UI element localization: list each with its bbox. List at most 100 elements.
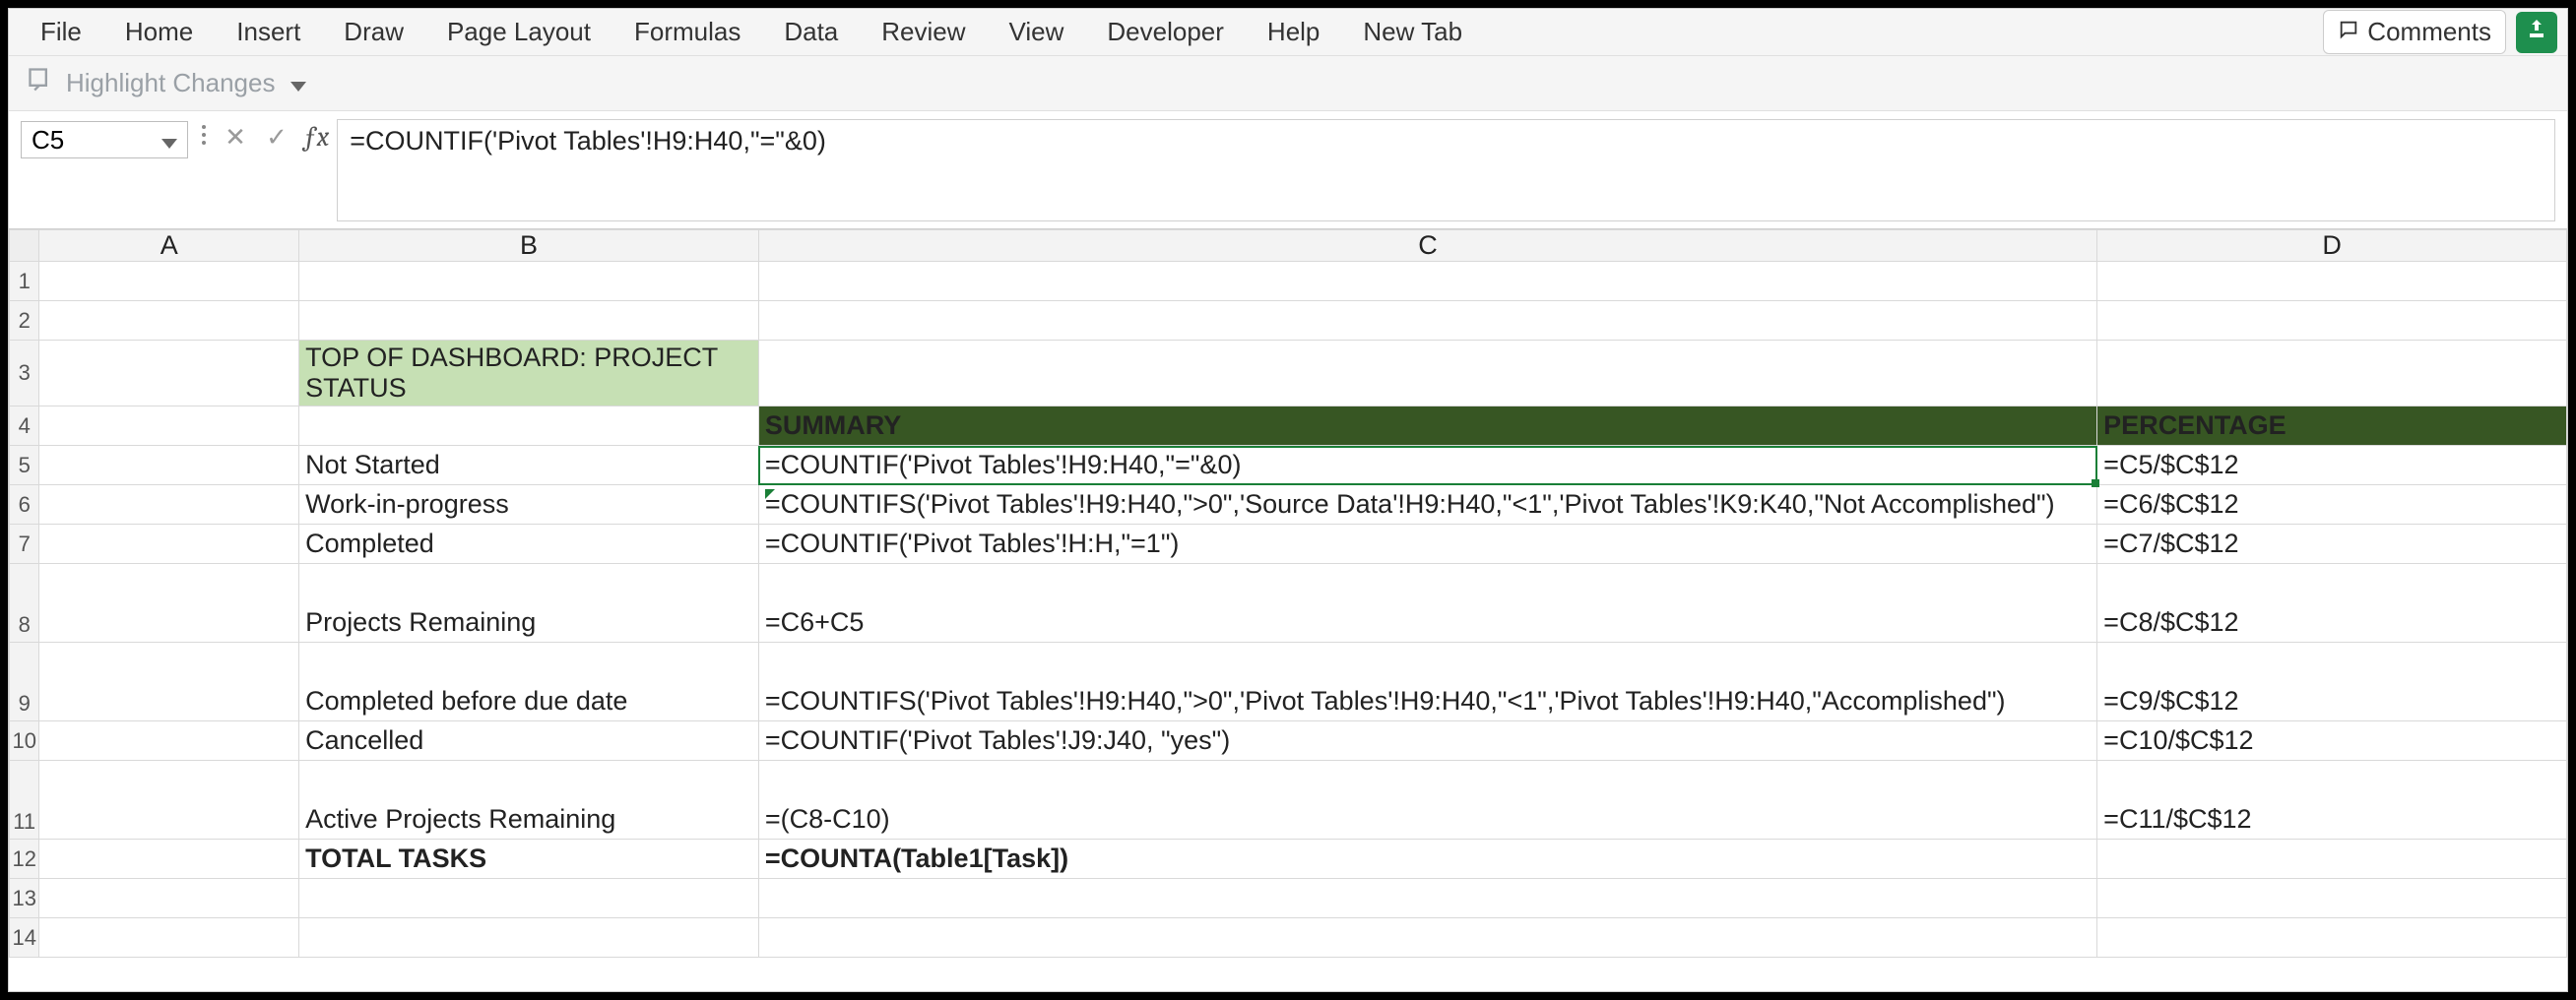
row-header[interactable]: 10	[10, 721, 39, 761]
cell-C3[interactable]	[758, 341, 2096, 406]
tab-page-layout[interactable]: Page Layout	[425, 11, 612, 53]
error-indicator-icon[interactable]	[765, 489, 775, 499]
name-box[interactable]: C5	[21, 121, 188, 158]
cell-B3[interactable]: TOP OF DASHBOARD: PROJECT STATUS	[299, 341, 759, 406]
cell-A9[interactable]	[39, 643, 299, 721]
row-header[interactable]: 2	[10, 301, 39, 341]
cancel-formula-button[interactable]: ✕	[222, 122, 249, 153]
tab-developer[interactable]: Developer	[1085, 11, 1246, 53]
tab-draw[interactable]: Draw	[322, 11, 425, 53]
cell-B5[interactable]: Not Started	[299, 446, 759, 485]
cell-C4[interactable]: SUMMARY	[758, 406, 2096, 446]
cell-B13[interactable]	[299, 879, 759, 918]
cell-B14[interactable]	[299, 918, 759, 958]
cell-B7[interactable]: Completed	[299, 525, 759, 564]
cell-D3[interactable]	[2097, 341, 2567, 406]
cell-B4[interactable]	[299, 406, 759, 446]
col-header-D[interactable]: D	[2097, 230, 2567, 262]
cell-A13[interactable]	[39, 879, 299, 918]
formula-input[interactable]: =COUNTIF('Pivot Tables'!H9:H40,"="&0)	[337, 119, 2555, 221]
cell-C14[interactable]	[758, 918, 2096, 958]
cell-C7[interactable]: =COUNTIF('Pivot Tables'!H:H,"=1")	[758, 525, 2096, 564]
row-header[interactable]: 11	[10, 761, 39, 840]
column-header-row: A B C D	[10, 230, 2567, 262]
row-header[interactable]: 13	[10, 879, 39, 918]
tab-home[interactable]: Home	[103, 11, 215, 53]
cell-B9[interactable]: Completed before due date	[299, 643, 759, 721]
row-header[interactable]: 8	[10, 564, 39, 643]
cell-B2[interactable]	[299, 301, 759, 341]
row-header[interactable]: 9	[10, 643, 39, 721]
fx-icon[interactable]: ƒx	[304, 121, 329, 153]
cell-B11[interactable]: Active Projects Remaining	[299, 761, 759, 840]
cell-B12[interactable]: TOTAL TASKS	[299, 840, 759, 879]
row-header[interactable]: 1	[10, 262, 39, 301]
cell-A6[interactable]	[39, 485, 299, 525]
row-header[interactable]: 3	[10, 341, 39, 406]
cell-D9[interactable]: =C9/$C$12	[2097, 643, 2567, 721]
tab-review[interactable]: Review	[860, 11, 987, 53]
row-header[interactable]: 7	[10, 525, 39, 564]
row-header[interactable]: 14	[10, 918, 39, 958]
cell-A2[interactable]	[39, 301, 299, 341]
cell-A7[interactable]	[39, 525, 299, 564]
col-header-B[interactable]: B	[299, 230, 759, 262]
cell-C2[interactable]	[758, 301, 2096, 341]
cell-C10[interactable]: =COUNTIF('Pivot Tables'!J9:J40, "yes")	[758, 721, 2096, 761]
cell-C13[interactable]	[758, 879, 2096, 918]
cell-A4[interactable]	[39, 406, 299, 446]
cell-A14[interactable]	[39, 918, 299, 958]
cell-D13[interactable]	[2097, 879, 2567, 918]
select-all-cell[interactable]	[10, 230, 39, 262]
tab-insert[interactable]: Insert	[215, 11, 322, 53]
share-button[interactable]	[2516, 12, 2557, 53]
cell-A8[interactable]	[39, 564, 299, 643]
cell-C1[interactable]	[758, 262, 2096, 301]
cell-A5[interactable]	[39, 446, 299, 485]
cell-C12[interactable]: =COUNTA(Table1[Task])	[758, 840, 2096, 879]
cell-A11[interactable]	[39, 761, 299, 840]
cell-C6[interactable]: =COUNTIFS('Pivot Tables'!H9:H40,">0",'So…	[758, 485, 2096, 525]
tab-data[interactable]: Data	[762, 11, 860, 53]
cell-D1[interactable]	[2097, 262, 2567, 301]
cell-D14[interactable]	[2097, 918, 2567, 958]
confirm-formula-button[interactable]: ✓	[263, 122, 290, 153]
cell-D10[interactable]: =C10/$C$12	[2097, 721, 2567, 761]
cell-D12[interactable]	[2097, 840, 2567, 879]
cell-A10[interactable]	[39, 721, 299, 761]
cell-B10[interactable]: Cancelled	[299, 721, 759, 761]
cell-A3[interactable]	[39, 341, 299, 406]
tab-formulas[interactable]: Formulas	[612, 11, 762, 53]
cell-C8[interactable]: =C6+C5	[758, 564, 2096, 643]
highlight-changes-label[interactable]: Highlight Changes	[66, 68, 275, 98]
cell-D2[interactable]	[2097, 301, 2567, 341]
cell-D4[interactable]: PERCENTAGE	[2097, 406, 2567, 446]
cell-D6[interactable]: =C6/$C$12	[2097, 485, 2567, 525]
cell-A1[interactable]	[39, 262, 299, 301]
row-header[interactable]: 5	[10, 446, 39, 485]
spreadsheet-grid[interactable]: A B C D 1 2	[9, 229, 2567, 991]
tab-view[interactable]: View	[988, 11, 1086, 53]
vertical-dots-icon[interactable]	[200, 123, 208, 152]
cell-D8[interactable]: =C8/$C$12	[2097, 564, 2567, 643]
cell-C11[interactable]: =(C8-C10)	[758, 761, 2096, 840]
col-header-C[interactable]: C	[758, 230, 2096, 262]
row-header[interactable]: 6	[10, 485, 39, 525]
cell-D5[interactable]: =C5/$C$12	[2097, 446, 2567, 485]
tab-help[interactable]: Help	[1246, 11, 1341, 53]
comments-button[interactable]: Comments	[2323, 10, 2506, 54]
cell-B1[interactable]	[299, 262, 759, 301]
cell-D11[interactable]: =C11/$C$12	[2097, 761, 2567, 840]
cell-B8[interactable]: Projects Remaining	[299, 564, 759, 643]
cell-C9[interactable]: =COUNTIFS('Pivot Tables'!H9:H40,">0",'Pi…	[758, 643, 2096, 721]
tab-file[interactable]: File	[19, 11, 103, 53]
cell-C5[interactable]: =COUNTIF('Pivot Tables'!H9:H40,"="&0)	[758, 446, 2096, 485]
row-header[interactable]: 12	[10, 840, 39, 879]
toolbar-dropdown[interactable]	[287, 64, 310, 102]
tab-new-tab[interactable]: New Tab	[1341, 11, 1484, 53]
cell-B6[interactable]: Work-in-progress	[299, 485, 759, 525]
col-header-A[interactable]: A	[39, 230, 299, 262]
cell-D7[interactable]: =C7/$C$12	[2097, 525, 2567, 564]
cell-A12[interactable]	[39, 840, 299, 879]
row-header[interactable]: 4	[10, 406, 39, 446]
